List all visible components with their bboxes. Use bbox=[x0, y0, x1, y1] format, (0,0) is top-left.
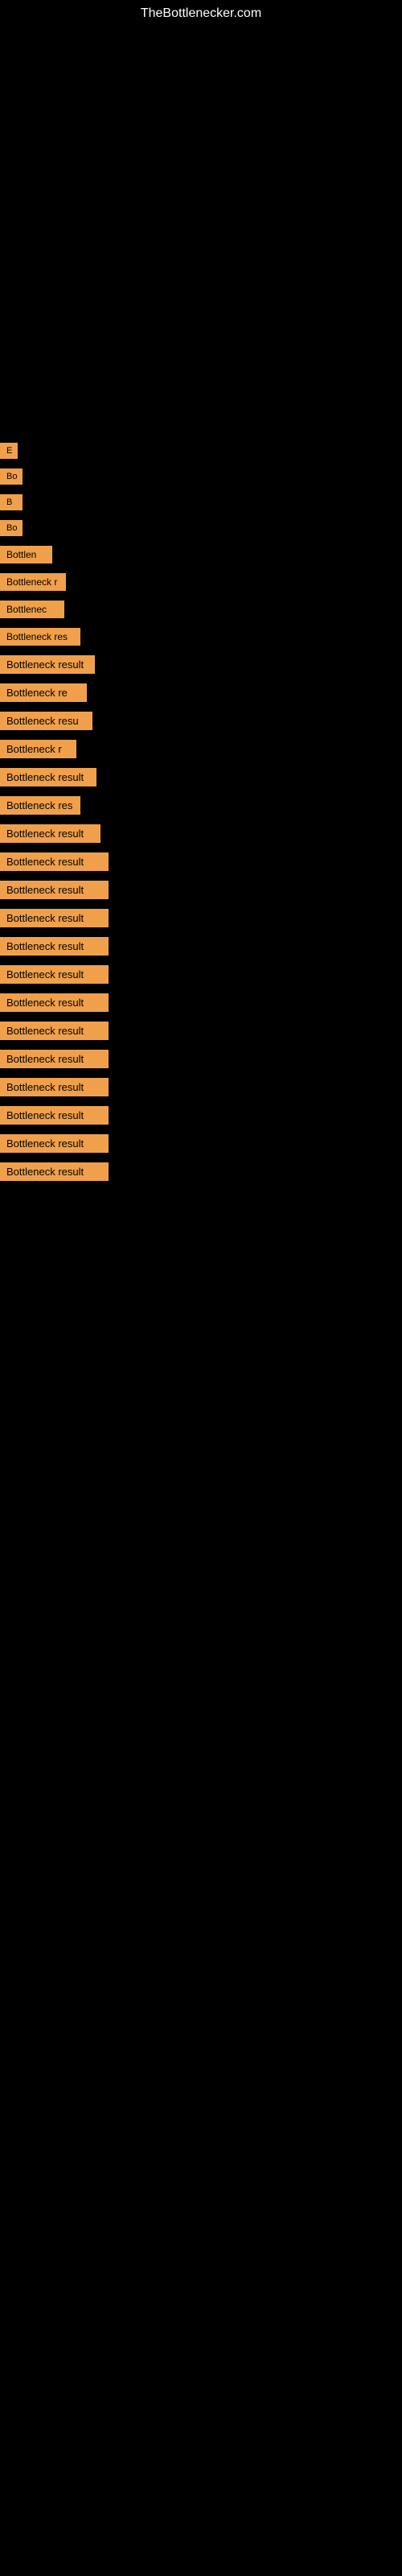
list-item: Bottleneck r bbox=[0, 740, 402, 758]
list-item: B bbox=[0, 494, 402, 510]
bottleneck-result-label: B bbox=[0, 494, 23, 510]
list-item: Bottleneck result bbox=[0, 937, 402, 956]
list-item: Bottleneck result bbox=[0, 909, 402, 927]
list-item: Bottleneck result bbox=[0, 768, 402, 786]
list-item: Bottleneck result bbox=[0, 1134, 402, 1153]
bottleneck-result-label: Bottleneck r bbox=[0, 573, 66, 591]
bottleneck-result-label: Bo bbox=[0, 520, 23, 536]
bottleneck-result-label: Bottleneck result bbox=[0, 1078, 109, 1096]
bottleneck-result-label: Bottleneck result bbox=[0, 1050, 109, 1068]
bottleneck-result-label: Bottleneck result bbox=[0, 824, 100, 843]
bottleneck-result-label: Bottleneck result bbox=[0, 965, 109, 984]
bottleneck-result-label: Bottleneck result bbox=[0, 1022, 109, 1040]
list-item: Bottleneck result bbox=[0, 965, 402, 984]
bottleneck-result-label: Bottleneck r bbox=[0, 740, 76, 758]
list-item: Bottleneck resu bbox=[0, 712, 402, 730]
items-container: E Bo B Bo Bottlen Bottleneck r Bottlenec Bottle… bbox=[0, 443, 402, 1191]
bottleneck-result-label: Bottleneck result bbox=[0, 937, 109, 956]
bottleneck-result-label: Bottleneck result bbox=[0, 1106, 109, 1125]
bottleneck-result-label: Bottleneck result bbox=[0, 1134, 109, 1153]
bottleneck-result-label: Bottleneck re bbox=[0, 683, 87, 702]
bottleneck-result-label: Bottleneck result bbox=[0, 852, 109, 871]
bottleneck-result-label: Bottleneck result bbox=[0, 768, 96, 786]
list-item: Bottleneck res bbox=[0, 628, 402, 646]
list-item: Bottleneck result bbox=[0, 1162, 402, 1181]
list-item: Bo bbox=[0, 469, 402, 485]
list-item: Bottleneck res bbox=[0, 796, 402, 815]
bottleneck-result-label: E bbox=[0, 443, 18, 459]
bottleneck-result-label: Bottleneck result bbox=[0, 993, 109, 1012]
bottleneck-result-label: Bottleneck result bbox=[0, 881, 109, 899]
bottleneck-result-label: Bottleneck result bbox=[0, 655, 95, 674]
list-item: Bottleneck result bbox=[0, 1106, 402, 1125]
list-item: Bo bbox=[0, 520, 402, 536]
list-item: Bottleneck result bbox=[0, 824, 402, 843]
bottleneck-result-label: Bottleneck result bbox=[0, 909, 109, 927]
bottleneck-result-label: Bottleneck res bbox=[0, 796, 80, 815]
list-item: Bottleneck result bbox=[0, 1022, 402, 1040]
list-item: Bottleneck result bbox=[0, 1078, 402, 1096]
list-item: Bottleneck result bbox=[0, 1050, 402, 1068]
list-item: Bottlenec bbox=[0, 601, 402, 618]
bottleneck-result-label: Bottlen bbox=[0, 546, 52, 564]
list-item: E bbox=[0, 443, 402, 459]
list-item: Bottleneck re bbox=[0, 683, 402, 702]
list-item: Bottlen bbox=[0, 546, 402, 564]
bottleneck-result-label: Bottleneck res bbox=[0, 628, 80, 646]
list-item: Bottleneck result bbox=[0, 852, 402, 871]
bottleneck-result-label: Bottleneck result bbox=[0, 1162, 109, 1181]
list-item: Bottleneck result bbox=[0, 655, 402, 674]
bottleneck-result-label: Bo bbox=[0, 469, 23, 485]
bottleneck-result-label: Bottleneck resu bbox=[0, 712, 92, 730]
list-item: Bottleneck result bbox=[0, 881, 402, 899]
list-item: Bottleneck result bbox=[0, 993, 402, 1012]
list-item: Bottleneck r bbox=[0, 573, 402, 591]
bottleneck-result-label: Bottlenec bbox=[0, 601, 64, 618]
site-title: TheBottlenecker.com bbox=[141, 6, 261, 21]
